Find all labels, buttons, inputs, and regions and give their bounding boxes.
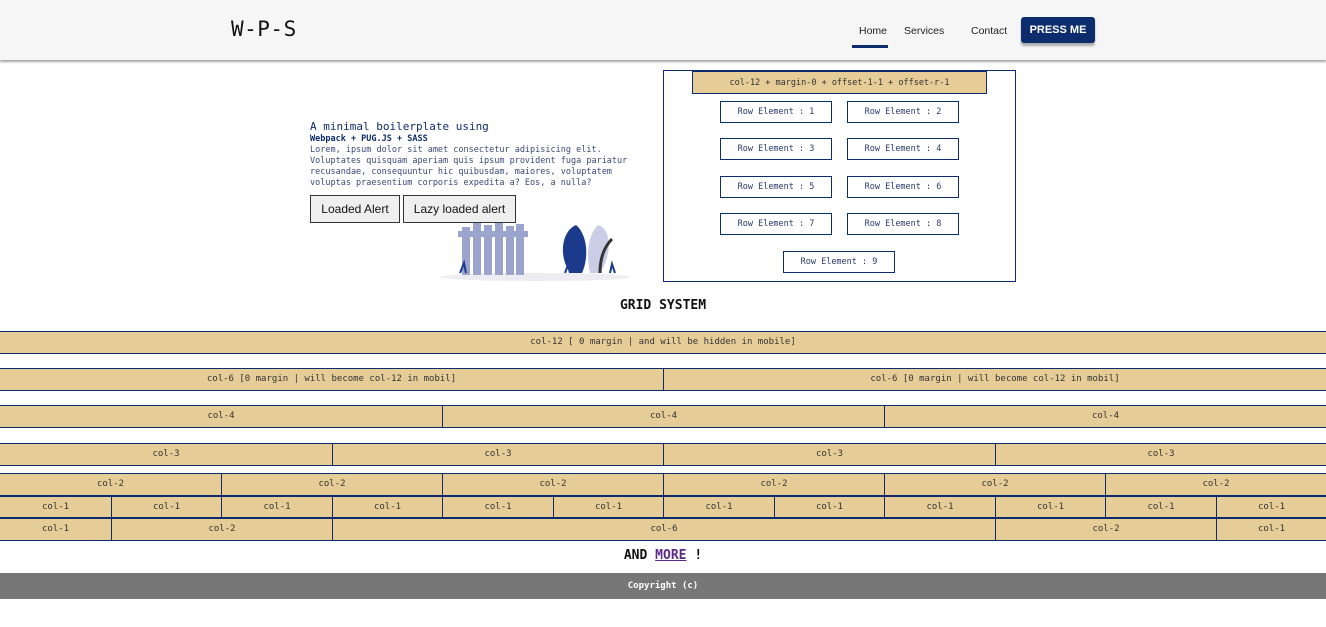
grid-cell: col-1 [0, 518, 111, 541]
hero-description: Lorem, ipsum dolor sit amet consectetur … [310, 145, 628, 188]
row-element: Row Element : 7 [720, 213, 832, 235]
grid-row: col-6 [0 margin | will become col-12 in … [0, 368, 1326, 391]
grid-cell: col-6 [0 margin | will become col-12 in … [663, 368, 1326, 391]
grid-row: col-1 col-2 col-6 col-2 col-1 [0, 518, 1326, 541]
footer: Copyright (c) [0, 573, 1326, 599]
grid-cell: col-1 [221, 496, 332, 518]
row-element: Row Element : 8 [847, 213, 959, 235]
grid-cell: col-2 [111, 518, 332, 541]
hero-title: A minimal boilerplate using [310, 120, 489, 133]
grid-system-title: GRID SYSTEM [619, 298, 707, 313]
nav-active-indicator [852, 45, 888, 48]
grid-cell: col-1 [1105, 496, 1216, 518]
grid-cell: col-1 [442, 496, 553, 518]
row-element: Row Element : 3 [720, 138, 832, 160]
site-header: W-P-S Home Services Contact PRESS ME [0, 0, 1326, 60]
grid-cell: col-4 [884, 405, 1326, 428]
nav-home[interactable]: Home [859, 25, 887, 37]
grid-cell: col-4 [0, 405, 442, 428]
grid-cell: col-1 [553, 496, 663, 518]
grid-cell: col-2 [442, 473, 663, 496]
row-element: Row Element : 2 [847, 101, 959, 123]
grid-cell: col-4 [442, 405, 884, 428]
nav-contact[interactable]: Contact [971, 25, 1007, 37]
row-element: Row Element : 4 [847, 138, 959, 160]
grid-cell: col-2 [884, 473, 1105, 496]
grid-row: col-1 col-1 col-1 col-1 col-1 col-1 col-1 col-1… [0, 496, 1326, 518]
fence-plants-illustration [440, 222, 630, 281]
grid-cell: col-1 [774, 496, 884, 518]
grid-cell: col-3 [995, 443, 1326, 466]
grid-cell: col-1 [995, 496, 1105, 518]
row-element: Row Element : 1 [720, 101, 832, 123]
and-more-prefix: AND [623, 548, 648, 563]
grid-row: col-12 [ 0 margin | and will be hidden i… [0, 331, 1326, 354]
hero-subtitle: Webpack + PUG.JS + SASS [310, 134, 428, 144]
grid-row: col-2 col-2 col-2 col-2 col-2 col-2 [0, 473, 1326, 496]
press-me-button[interactable]: PRESS ME [1021, 17, 1095, 43]
grid-row: col-3 col-3 col-3 col-3 [0, 443, 1326, 466]
loaded-alert-button[interactable]: Loaded Alert [310, 195, 400, 223]
grid-cell: col-1 [0, 496, 111, 518]
grid-cell: col-1 [111, 496, 221, 518]
nav-services[interactable]: Services [904, 25, 944, 37]
row-demo-header: col-12 + margin-0 + offset-1-1 + offset-… [692, 71, 987, 94]
lazy-loaded-alert-button[interactable]: Lazy loaded alert [403, 195, 516, 223]
site-logo[interactable]: W-P-S [231, 17, 297, 41]
grid-cell: col-2 [663, 473, 884, 496]
grid-cell: col-3 [663, 443, 995, 466]
grid-cell: col-1 [332, 496, 442, 518]
grid-cell: col-6 [0 margin | will become col-12 in … [0, 368, 663, 391]
grid-cell: col-1 [663, 496, 774, 518]
grid-row: col-4 col-4 col-4 [0, 405, 1326, 428]
and-more-line: AND MORE ! [0, 548, 1326, 563]
row-element: Row Element : 6 [847, 176, 959, 198]
grid-cell: col-3 [0, 443, 332, 466]
row-element: Row Element : 5 [720, 176, 832, 198]
grid-cell: col-12 [ 0 margin | and will be hidden i… [0, 331, 1326, 354]
grid-cell: col-1 [1216, 518, 1326, 541]
more-link[interactable]: MORE [655, 548, 686, 563]
grid-cell: col-3 [332, 443, 663, 466]
row-element: Row Element : 9 [783, 251, 895, 273]
grid-cell: col-2 [0, 473, 221, 496]
grid-cell: col-1 [1216, 496, 1326, 518]
grid-cell: col-1 [884, 496, 995, 518]
and-more-suffix: ! [694, 548, 703, 563]
grid-cell: col-6 [332, 518, 995, 541]
grid-cell: col-2 [1105, 473, 1326, 496]
grid-cell: col-2 [995, 518, 1216, 541]
grid-cell: col-2 [221, 473, 442, 496]
